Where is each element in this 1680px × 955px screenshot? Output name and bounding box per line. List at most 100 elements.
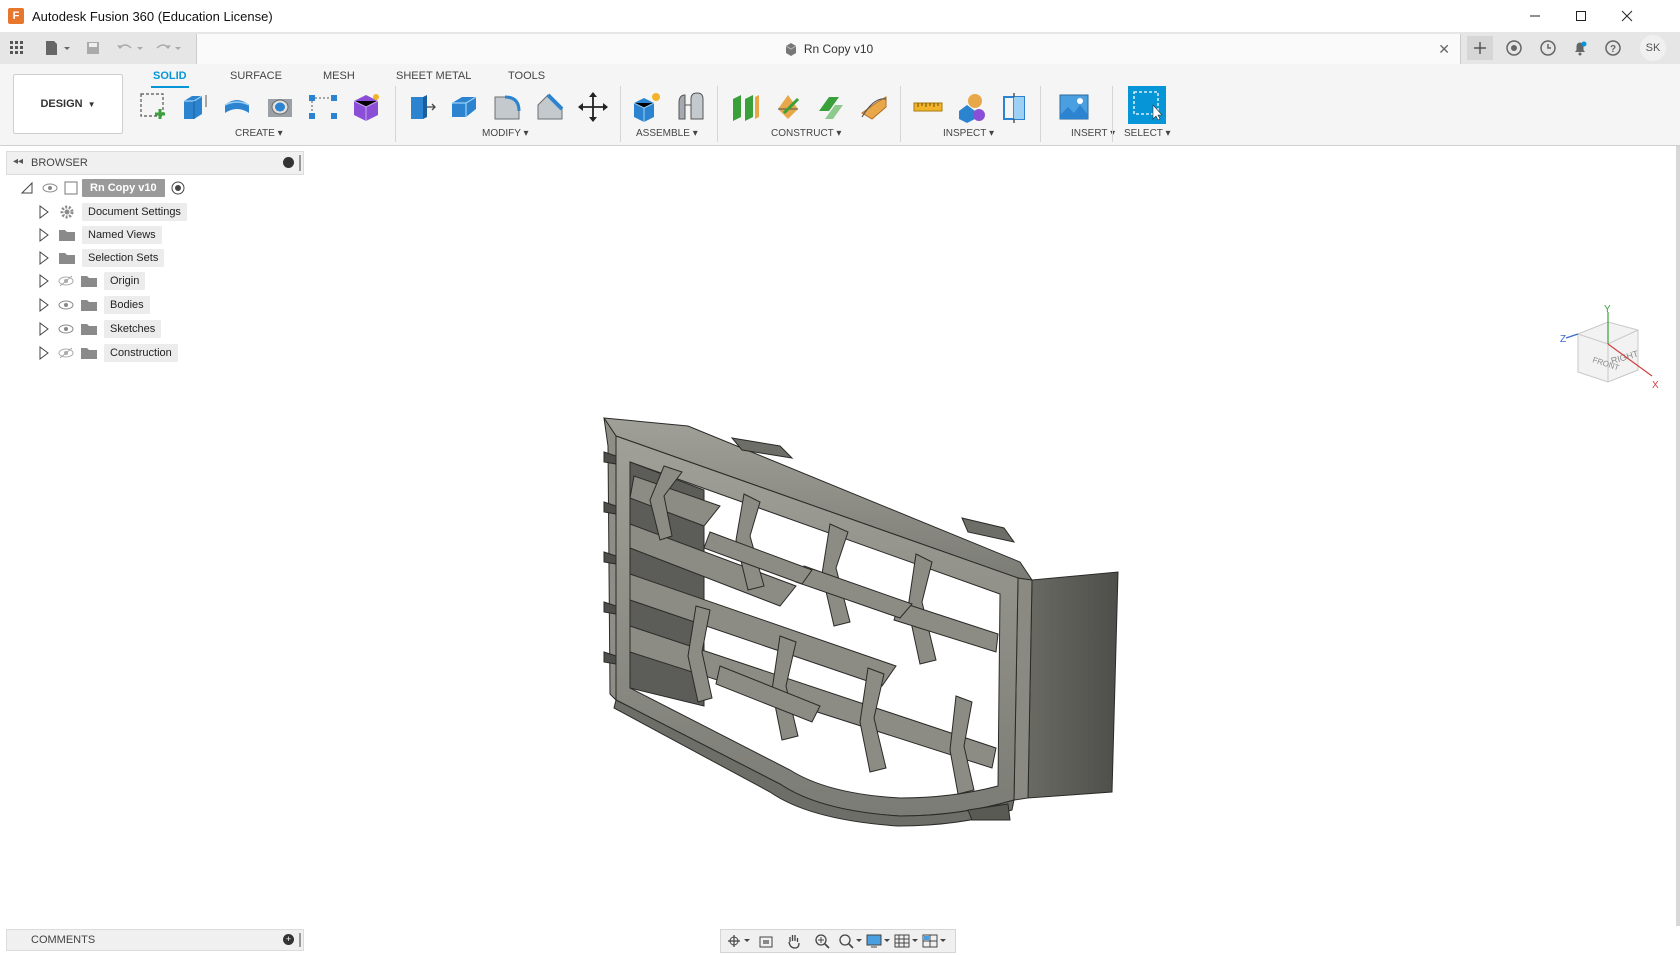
create-sketch-button[interactable] (136, 89, 172, 125)
display-settings-button[interactable] (865, 931, 891, 951)
redo-icon (156, 44, 181, 50)
tree-item-label: Named Views (82, 226, 162, 244)
file-menu-button[interactable] (41, 36, 75, 60)
tab-tools[interactable]: TOOLS (506, 67, 547, 86)
tree-item-construction[interactable]: Construction (38, 342, 178, 364)
extensions-button[interactable] (1501, 36, 1527, 60)
expand-triangle-icon[interactable] (38, 322, 50, 336)
viewcube[interactable]: FRONT RIGHT Y X Z (1560, 304, 1660, 394)
tree-item-bodies[interactable]: Bodies (38, 294, 150, 316)
move-copy-button[interactable] (575, 89, 611, 125)
shell-button[interactable] (532, 89, 568, 125)
collapse-panel-icon[interactable]: ◂◂ (13, 156, 23, 167)
eye-icon[interactable] (42, 182, 58, 194)
tree-item-selection-sets[interactable]: Selection Sets (38, 247, 165, 269)
close-window-button[interactable] (1604, 0, 1650, 32)
eye-hidden-icon[interactable] (58, 347, 74, 359)
plane-at-angle-button[interactable] (770, 89, 806, 125)
offset-plane-button[interactable] (727, 89, 763, 125)
notifications-button[interactable] (1567, 36, 1593, 60)
redo-button[interactable] (153, 36, 185, 60)
construct-menu[interactable]: CONSTRUCT ▾ (771, 128, 841, 139)
tree-item-origin[interactable]: Origin (38, 270, 146, 292)
expand-triangle-icon[interactable] (38, 228, 50, 242)
select-menu[interactable]: SELECT ▾ (1124, 128, 1171, 139)
expand-triangle-icon[interactable] (38, 346, 50, 360)
assemble-menu[interactable]: ASSEMBLE ▾ (636, 128, 698, 139)
grille-model[interactable] (600, 406, 1130, 846)
monitor-icon (866, 934, 890, 948)
save-icon (87, 42, 99, 54)
browser-collapse-button[interactable] (283, 157, 294, 168)
orbit-button[interactable] (725, 931, 751, 951)
expand-triangle-icon[interactable] (38, 251, 50, 265)
chamfer-button[interactable] (489, 89, 525, 125)
axis-z-label: Z (1560, 334, 1566, 345)
hole-button[interactable] (262, 89, 298, 125)
add-comment-button[interactable]: + (283, 934, 294, 945)
modify-menu[interactable]: MODIFY ▾ (482, 128, 529, 139)
extrude-button[interactable] (176, 89, 212, 125)
workspace-switcher[interactable]: DESIGN ▼ (13, 74, 123, 134)
new-tab-button[interactable] (1467, 36, 1493, 60)
minimize-button[interactable] (1512, 0, 1558, 32)
maximize-button[interactable] (1558, 0, 1604, 32)
tab-surface[interactable]: SURFACE (228, 67, 284, 86)
close-tab-icon[interactable]: ✕ (1438, 41, 1450, 58)
3d-viewport[interactable]: FRONT RIGHT Y X Z (0, 146, 1680, 926)
tree-item-document-settings[interactable]: Document Settings (38, 201, 187, 223)
data-panel-button[interactable] (5, 36, 29, 60)
save-button[interactable] (81, 36, 105, 60)
pattern-button[interactable] (305, 89, 341, 125)
measure-button[interactable] (910, 89, 946, 125)
revolve-button[interactable] (219, 89, 255, 125)
tree-root-label[interactable]: Rn Copy v10 (82, 179, 165, 197)
create-form-button[interactable] (348, 89, 384, 125)
look-at-button[interactable] (753, 931, 779, 951)
panel-resize-handle[interactable] (299, 155, 301, 171)
plane-along-path-button[interactable] (856, 89, 892, 125)
insert-canvas-button[interactable] (1056, 89, 1092, 125)
tree-item-named-views[interactable]: Named Views (38, 224, 162, 246)
tab-sheet-metal[interactable]: SHEET METAL (394, 67, 473, 86)
user-avatar[interactable]: SK (1640, 35, 1666, 61)
section-analysis-button[interactable] (996, 89, 1032, 125)
expand-triangle-icon[interactable] (38, 274, 50, 288)
expand-triangle-icon[interactable] (38, 205, 50, 219)
inspect-menu[interactable]: INSPECT ▾ (943, 128, 994, 139)
eye-icon[interactable] (58, 323, 74, 335)
midplane-button[interactable] (813, 89, 849, 125)
collapse-triangle-icon[interactable] (20, 181, 34, 195)
eye-hidden-icon[interactable] (58, 275, 74, 287)
eye-icon[interactable] (58, 299, 74, 311)
new-component-button[interactable] (628, 89, 664, 125)
select-button[interactable] (1128, 86, 1166, 124)
tree-item-sketches[interactable]: Sketches (38, 318, 162, 340)
zoom-button[interactable] (809, 931, 835, 951)
job-status-button[interactable] (1535, 36, 1561, 60)
pan-button[interactable] (781, 931, 807, 951)
interference-button[interactable] (953, 89, 989, 125)
grid-settings-button[interactable] (893, 931, 919, 951)
expand-triangle-icon[interactable] (38, 298, 50, 312)
viewport-scrollbar[interactable] (1676, 146, 1680, 926)
insert-menu[interactable]: INSERT ▾ (1071, 128, 1115, 139)
tree-root-row[interactable]: Rn Copy v10 (20, 177, 185, 199)
press-pull-icon (411, 95, 436, 119)
activate-radio-icon[interactable] (171, 181, 185, 195)
create-menu[interactable]: CREATE ▾ (235, 128, 283, 139)
fillet-button[interactable] (446, 89, 482, 125)
panel-resize-handle[interactable] (299, 933, 301, 947)
viewports-button[interactable] (921, 931, 947, 951)
press-pull-button[interactable] (403, 89, 439, 125)
undo-button[interactable] (115, 36, 147, 60)
svg-text:?: ? (1610, 44, 1616, 55)
tab-solid[interactable]: SOLID (151, 67, 189, 88)
document-tab[interactable]: Rn Copy v10 ✕ (196, 34, 1461, 64)
joint-button[interactable] (671, 89, 707, 125)
help-button[interactable]: ? (1600, 36, 1626, 60)
tree-item-label: Construction (104, 344, 178, 362)
tab-mesh[interactable]: MESH (321, 67, 357, 86)
fit-button[interactable] (837, 931, 863, 951)
help-icon: ? (1605, 40, 1621, 56)
